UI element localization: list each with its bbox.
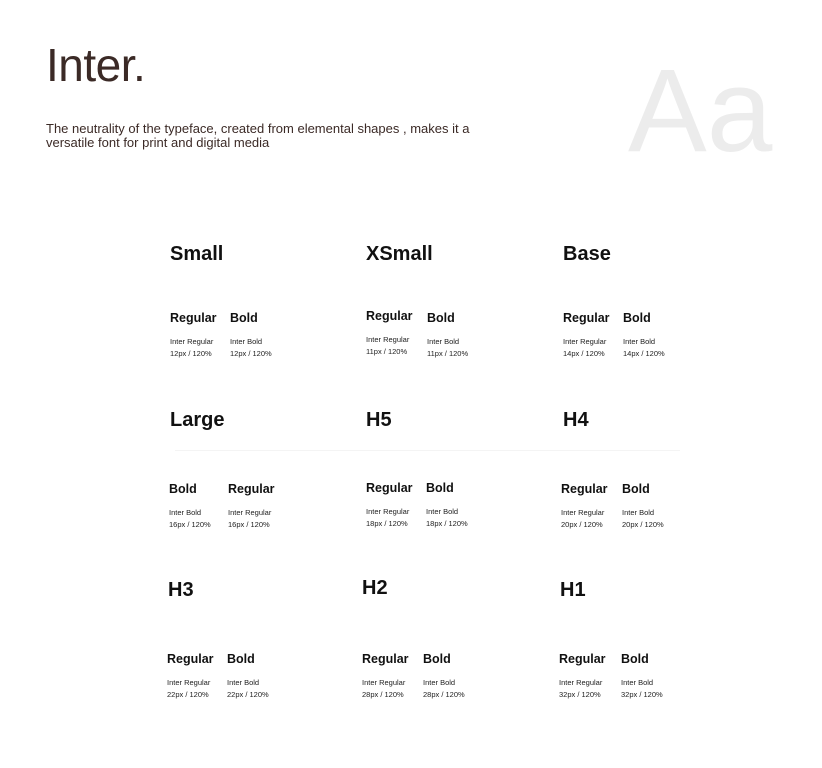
type-scale-h5: H5 Regular Inter Regular 18px / 120% Bol…: [366, 409, 516, 539]
variant-bold: Bold Inter Bold 11px / 120%: [427, 311, 487, 360]
variant-spec: 28px / 120%: [362, 690, 404, 699]
variant-font: Inter Bold: [427, 337, 460, 346]
variant-regular: Regular Inter Regular 22px / 120%: [167, 652, 227, 701]
variant-font: Inter Regular: [563, 337, 607, 346]
variant-spec: 12px / 120%: [170, 349, 212, 358]
variant-bold: Bold Inter Bold 22px / 120%: [227, 652, 287, 701]
variant-label: Bold: [427, 311, 455, 325]
scale-name: H5: [366, 409, 392, 431]
variant-font: Inter Bold: [622, 508, 655, 517]
type-scale-h1: H1 Regular Inter Regular 32px / 120% Bol…: [559, 579, 710, 709]
scale-name: H3: [168, 579, 194, 601]
variant-font: Inter Regular: [559, 678, 603, 687]
variant-label: Bold: [423, 652, 451, 666]
variant-regular: Regular Inter Regular 32px / 120%: [559, 652, 619, 701]
variant-label: Bold: [426, 481, 454, 495]
variant-label: Regular: [167, 652, 214, 666]
variant-font: Inter Regular: [167, 678, 211, 687]
variant-label: Bold: [623, 311, 651, 325]
variant-font: Inter Bold: [426, 507, 459, 516]
type-scale-h2: H2 Regular Inter Regular 28px / 120% Bol…: [362, 577, 512, 707]
scale-name: H2: [362, 577, 388, 599]
type-scale-base: Base Regular Inter Regular 14px / 120% B…: [563, 243, 713, 373]
type-scale-h4: H4 Regular Inter Regular 20px / 120% Bol…: [561, 409, 713, 539]
type-scale-large: Large Bold Inter Bold 16px / 120% Regula…: [169, 409, 320, 539]
variant-spec: 18px / 120%: [426, 519, 468, 528]
variant-label: Regular: [362, 652, 409, 666]
variant-bold: Bold Inter Bold 12px / 120%: [230, 311, 290, 360]
variant-font: Inter Regular: [561, 508, 605, 517]
variant-regular: Regular Inter Regular 28px / 120%: [362, 652, 422, 701]
variant-bold: Bold Inter Bold 14px / 120%: [623, 311, 683, 360]
variant-spec: 11px / 120%: [366, 347, 408, 356]
page-title: Inter.: [46, 39, 146, 91]
variant-font: Inter Bold: [227, 678, 260, 687]
variant-spec: 11px / 120%: [427, 349, 469, 358]
variant-font: Inter Regular: [362, 678, 406, 687]
variant-font: Inter Bold: [623, 337, 656, 346]
variant-spec: 16px / 120%: [228, 520, 270, 529]
variant-spec: 12px / 120%: [230, 349, 272, 358]
scale-name: Large: [170, 409, 225, 431]
variant-bold: Bold Inter Bold 20px / 120%: [622, 482, 682, 531]
variant-font: Inter Bold: [423, 678, 456, 687]
typeface-specimen-glyphs: Aa: [628, 45, 773, 177]
variant-spec: 14px / 120%: [623, 349, 665, 358]
scale-name: H1: [560, 579, 586, 601]
variant-bold: Bold Inter Bold 16px / 120%: [169, 482, 229, 531]
variant-spec: 18px / 120%: [366, 519, 408, 528]
variant-spec: 28px / 120%: [423, 690, 465, 699]
variant-font: Inter Regular: [366, 507, 410, 516]
typeface-description: The neutrality of the typeface, created …: [46, 121, 470, 150]
variant-label: Bold: [169, 482, 197, 496]
scale-name: Base: [563, 243, 611, 265]
variant-label: Regular: [559, 652, 606, 666]
variant-label: Regular: [561, 482, 608, 496]
variant-regular: Regular Inter Regular 11px / 120%: [366, 309, 426, 358]
variant-label: Bold: [230, 311, 258, 325]
variant-font: Inter Regular: [228, 508, 272, 517]
variant-spec: 20px / 120%: [561, 520, 603, 529]
scale-name: Small: [170, 243, 224, 265]
type-scale-small: Small Regular Inter Regular 12px / 120% …: [170, 243, 320, 373]
variant-font: Inter Regular: [170, 337, 214, 346]
variant-regular: Regular Inter Regular 12px / 120%: [170, 311, 230, 360]
variant-label: Bold: [227, 652, 255, 666]
variant-bold: Bold Inter Bold 32px / 120%: [621, 652, 681, 701]
variant-spec: 22px / 120%: [227, 690, 269, 699]
variant-spec: 20px / 120%: [622, 520, 664, 529]
variant-spec: 22px / 120%: [167, 690, 209, 699]
scale-name: XSmall: [366, 243, 433, 265]
variant-regular: Regular Inter Regular 14px / 120%: [563, 311, 623, 360]
variant-bold: Bold Inter Bold 28px / 120%: [423, 652, 483, 701]
variant-label: Regular: [366, 309, 413, 323]
variant-spec: 16px / 120%: [169, 520, 211, 529]
variant-regular: Regular Inter Regular 18px / 120%: [366, 481, 426, 530]
variant-font: Inter Bold: [169, 508, 202, 517]
variant-spec: 14px / 120%: [563, 349, 605, 358]
variant-font: Inter Bold: [621, 678, 654, 687]
variant-font: Inter Regular: [366, 335, 410, 344]
variant-label: Bold: [621, 652, 649, 666]
type-scale-xsmall: XSmall Regular Inter Regular 11px / 120%…: [366, 243, 516, 373]
variant-spec: 32px / 120%: [559, 690, 601, 699]
variant-font: Inter Bold: [230, 337, 263, 346]
type-scale-h3: H3 Regular Inter Regular 22px / 120% Bol…: [167, 579, 318, 709]
variant-label: Bold: [622, 482, 650, 496]
variant-bold: Bold Inter Bold 18px / 120%: [426, 481, 486, 530]
variant-label: Regular: [228, 482, 275, 496]
variant-regular: Regular Inter Regular 20px / 120%: [561, 482, 621, 531]
scale-name: H4: [563, 409, 589, 431]
variant-label: Regular: [170, 311, 217, 325]
variant-label: Regular: [563, 311, 610, 325]
variant-spec: 32px / 120%: [621, 690, 663, 699]
variant-regular: Regular Inter Regular 16px / 120%: [228, 482, 288, 531]
variant-label: Regular: [366, 481, 413, 495]
